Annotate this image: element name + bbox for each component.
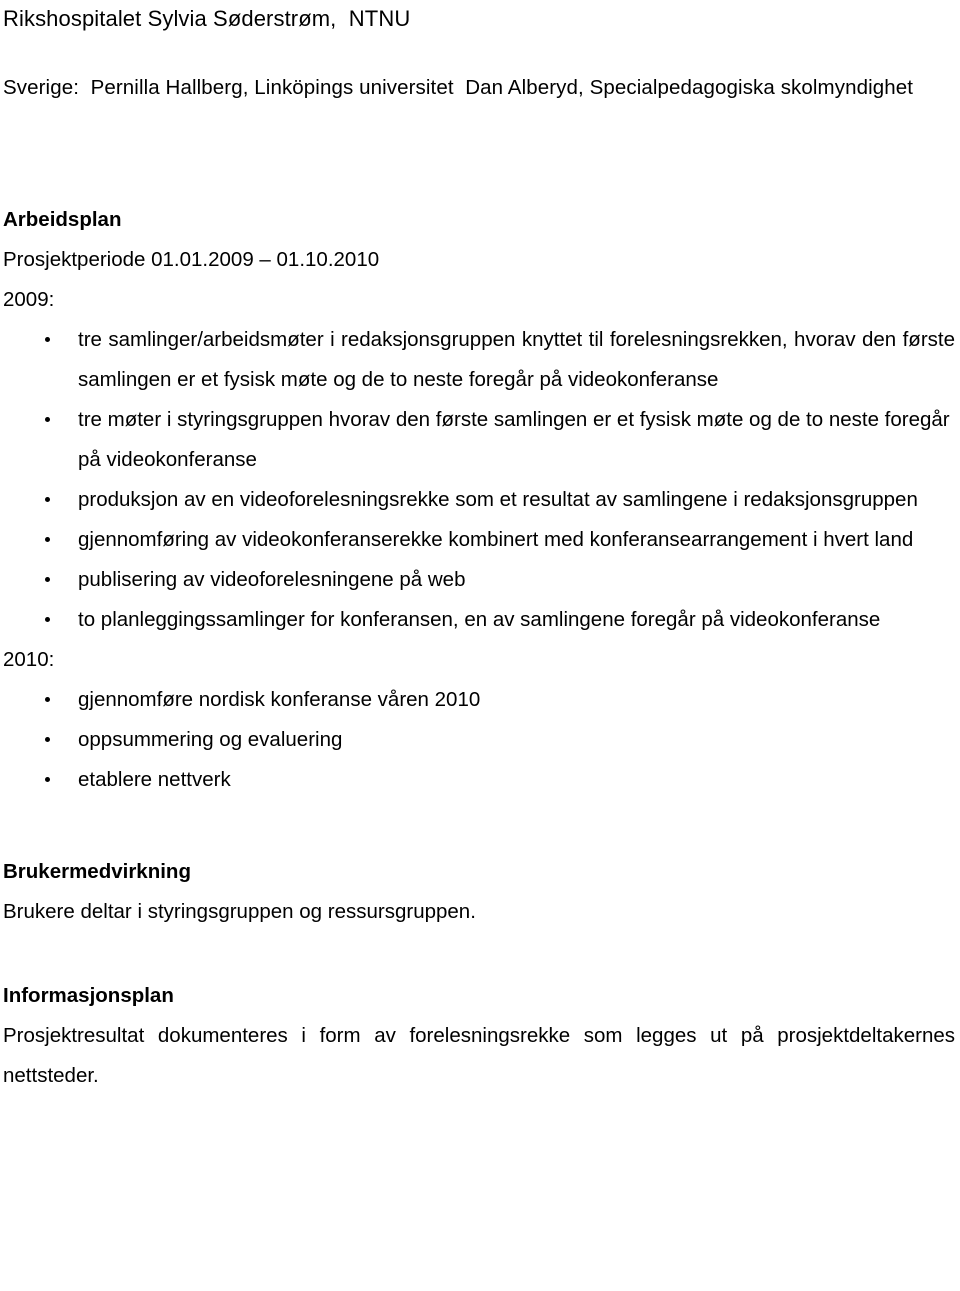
list-item: produksjon av en videoforelesningsrekke … <box>3 480 955 520</box>
header-line-institution: Rikshospitalet Sylvia Søderstrøm, NTNU <box>3 6 411 31</box>
bullet-dot-icon <box>45 417 50 422</box>
list-item-text: publisering av videoforelesningene på we… <box>78 568 466 591</box>
bullet-dot-icon <box>45 737 50 742</box>
list-item: etablere nettverk <box>3 760 955 800</box>
bullet-dot-icon <box>45 577 50 582</box>
list-item: to planleggingssamlinger for konferansen… <box>3 600 955 640</box>
header-line-sweden-participants: Sverige: Pernilla Hallberg, Linköpings u… <box>3 76 914 99</box>
project-period: Prosjektperiode 01.01.2009 – 01.10.2010 <box>3 248 380 271</box>
list-item: gjennomføring av videokonferanserekke ko… <box>3 520 955 560</box>
bullet-dot-icon <box>45 697 50 702</box>
section-heading-arbeidsplan: Arbeidsplan <box>3 208 122 231</box>
list-item: tre samlinger/arbeidsmøter i redaksjonsg… <box>3 320 955 400</box>
list-item-text: oppsummering og evaluering <box>78 728 343 751</box>
bullet-dot-icon <box>45 337 50 342</box>
list-item-text: tre møter i styringsgruppen hvorav den f… <box>78 408 950 471</box>
list-item-text: tre samlinger/arbeidsmøter i redaksjonsg… <box>78 328 955 391</box>
year-label-2009: 2009: <box>3 288 55 311</box>
brukermedvirkning-body: Brukere deltar i styringsgruppen og ress… <box>3 900 476 923</box>
bullet-dot-icon <box>45 497 50 502</box>
bullet-dot-icon <box>45 537 50 542</box>
list-item: gjennomføre nordisk konferanse våren 201… <box>3 680 955 720</box>
list-item-text: produksjon av en videoforelesningsrekke … <box>78 488 918 511</box>
informasjonsplan-body: Prosjektresultat dokumenteres i form av … <box>3 1024 955 1087</box>
bullet-list-2009: tre samlinger/arbeidsmøter i redaksjonsg… <box>3 320 955 640</box>
list-item: publisering av videoforelesningene på we… <box>3 560 955 600</box>
bullet-list-2010: gjennomføre nordisk konferanse våren 201… <box>3 680 955 800</box>
document-page: Rikshospitalet Sylvia Søderstrøm, NTNU S… <box>0 0 960 1291</box>
list-item-text: gjennomføre nordisk konferanse våren 201… <box>78 688 481 711</box>
bullet-dot-icon <box>45 777 50 782</box>
section-heading-brukermedvirkning: Brukermedvirkning <box>3 860 191 883</box>
bullet-dot-icon <box>45 617 50 622</box>
list-item: oppsummering og evaluering <box>3 720 955 760</box>
list-item: tre møter i styringsgruppen hvorav den f… <box>3 400 955 480</box>
section-heading-informasjonsplan: Informasjonsplan <box>3 984 174 1007</box>
list-item-text: gjennomføring av videokonferanserekke ko… <box>78 528 914 551</box>
list-item-text: to planleggingssamlinger for konferansen… <box>78 608 881 631</box>
year-label-2010: 2010: <box>3 648 55 671</box>
list-item-text: etablere nettverk <box>78 768 231 791</box>
